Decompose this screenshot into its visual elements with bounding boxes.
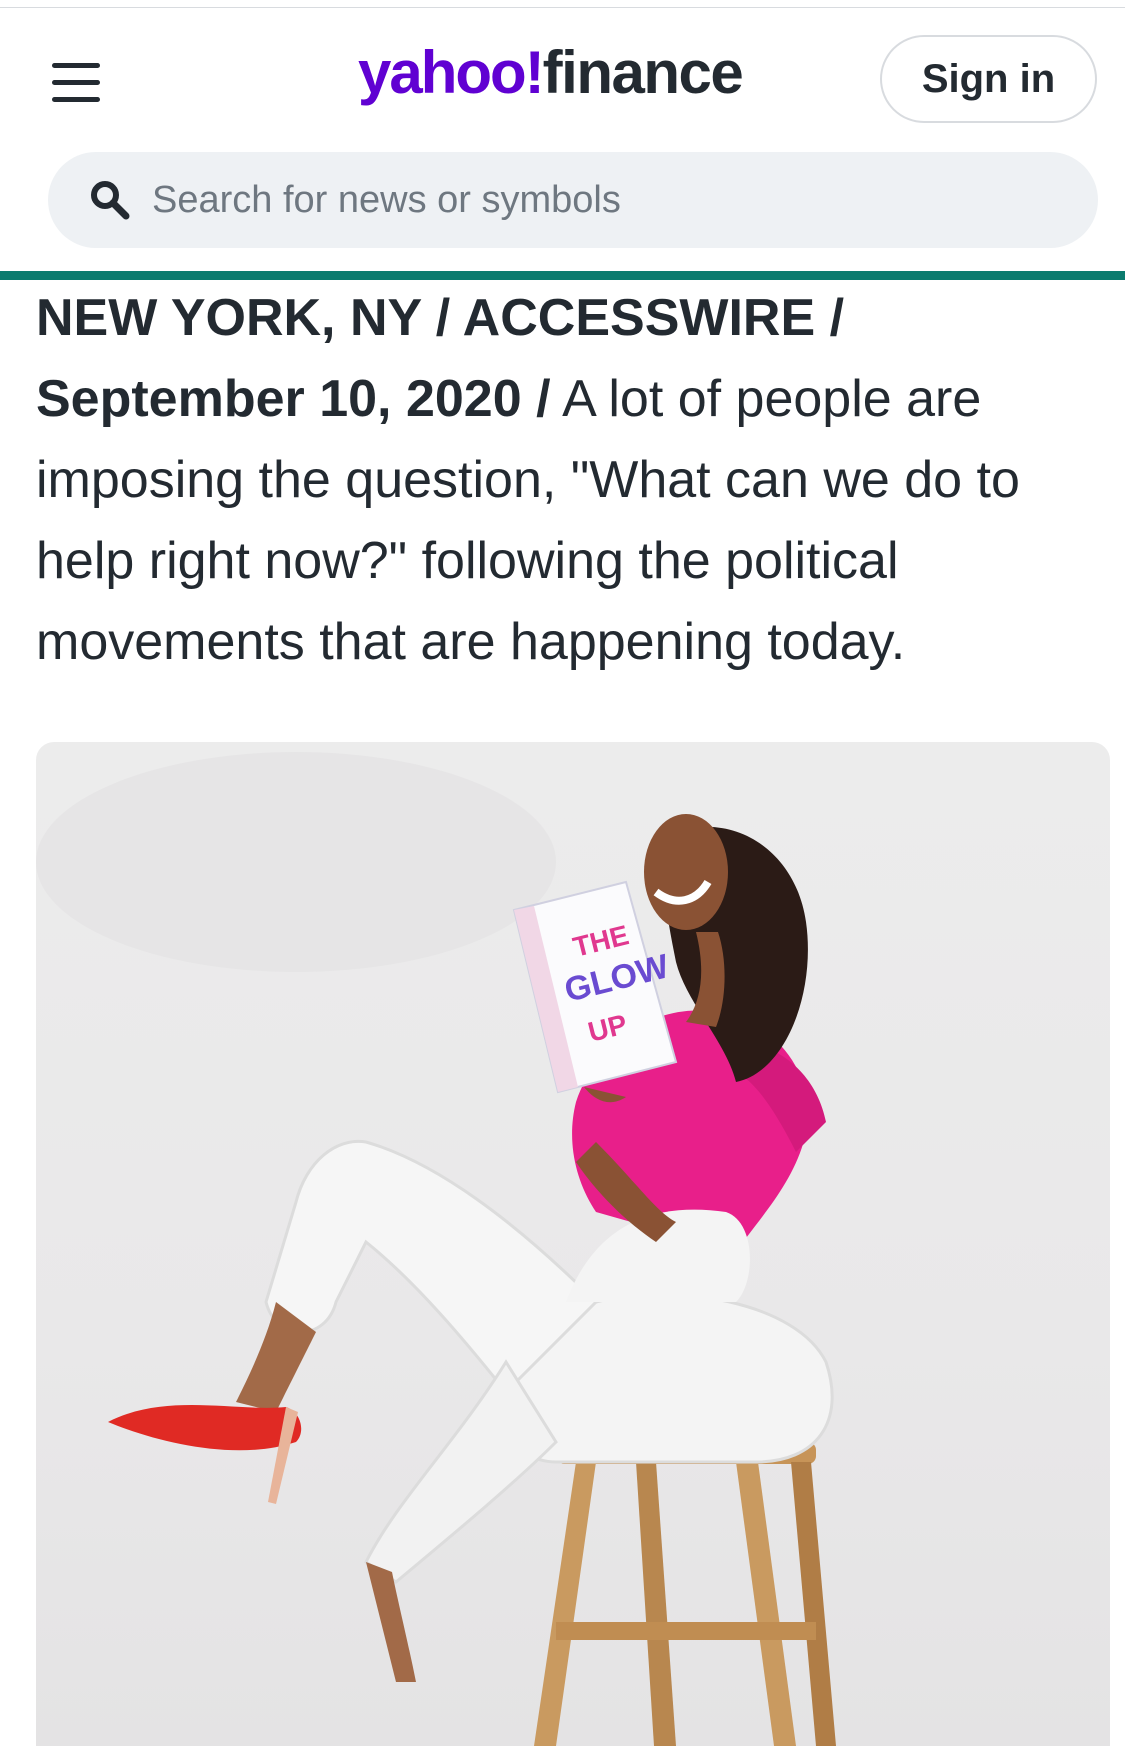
page: yahoo! finance Sign in NEW YORK, NY / AC… [0, 0, 1125, 1746]
search-input[interactable] [152, 178, 1052, 222]
top-divider [0, 0, 1125, 8]
yahoo-finance-logo[interactable]: yahoo! finance [358, 38, 744, 128]
article-body: NEW YORK, NY / ACCESSWIRE / September 10… [36, 278, 1096, 683]
book-cover: THE GLOW UP [512, 880, 678, 1103]
search-bar[interactable] [48, 152, 1098, 248]
search-icon [88, 178, 132, 222]
hamburger-menu-icon[interactable] [48, 60, 108, 110]
sign-in-button[interactable]: Sign in [880, 35, 1097, 123]
logo-yahoo-text: yahoo! [358, 39, 545, 106]
logo-finance-text: finance [542, 39, 744, 106]
article-photo[interactable]: THE GLOW UP [36, 742, 1110, 1746]
stool [534, 1442, 836, 1746]
site-header: yahoo! finance Sign in [0, 8, 1125, 270]
